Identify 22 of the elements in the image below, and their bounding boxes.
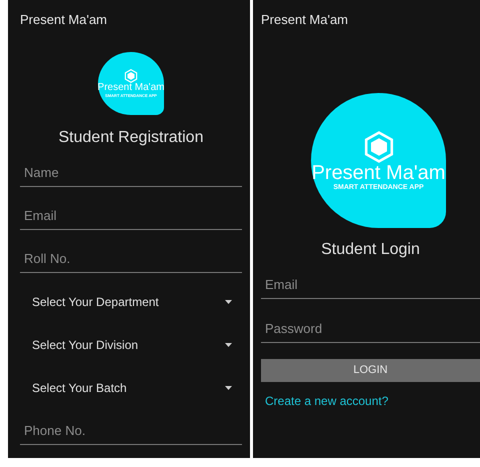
hexagon-icon <box>124 69 138 84</box>
input-field[interactable]: Roll No. <box>20 245 242 273</box>
screen-heading: Student Login <box>321 240 420 260</box>
input-field[interactable]: Email <box>261 271 480 299</box>
dropdown[interactable]: Select Your Department <box>20 288 242 316</box>
app-bar-title: Present Ma'am <box>261 11 348 28</box>
login-button[interactable]: LOGIN <box>261 359 480 382</box>
create-account-link[interactable]: Create a new account? <box>265 392 388 410</box>
input-field[interactable]: Phone No. <box>20 417 242 445</box>
input-field[interactable]: Name <box>20 159 242 187</box>
caret-icon <box>225 343 232 347</box>
dropdown[interactable]: Select Your Batch <box>20 374 242 402</box>
app-bar-title: Present Ma'am <box>20 11 108 28</box>
caret-icon <box>225 300 232 304</box>
hexagon-icon <box>362 130 394 162</box>
screen-heading: Student Registration <box>58 128 204 148</box>
input-field[interactable]: Password <box>261 315 480 343</box>
logo-name: Present Ma'am <box>312 162 446 184</box>
caret-icon <box>225 386 232 390</box>
logo-name: Present Ma'am <box>98 83 164 94</box>
dropdown[interactable]: Select Your Division <box>20 331 242 359</box>
input-field[interactable]: Email <box>20 202 242 230</box>
